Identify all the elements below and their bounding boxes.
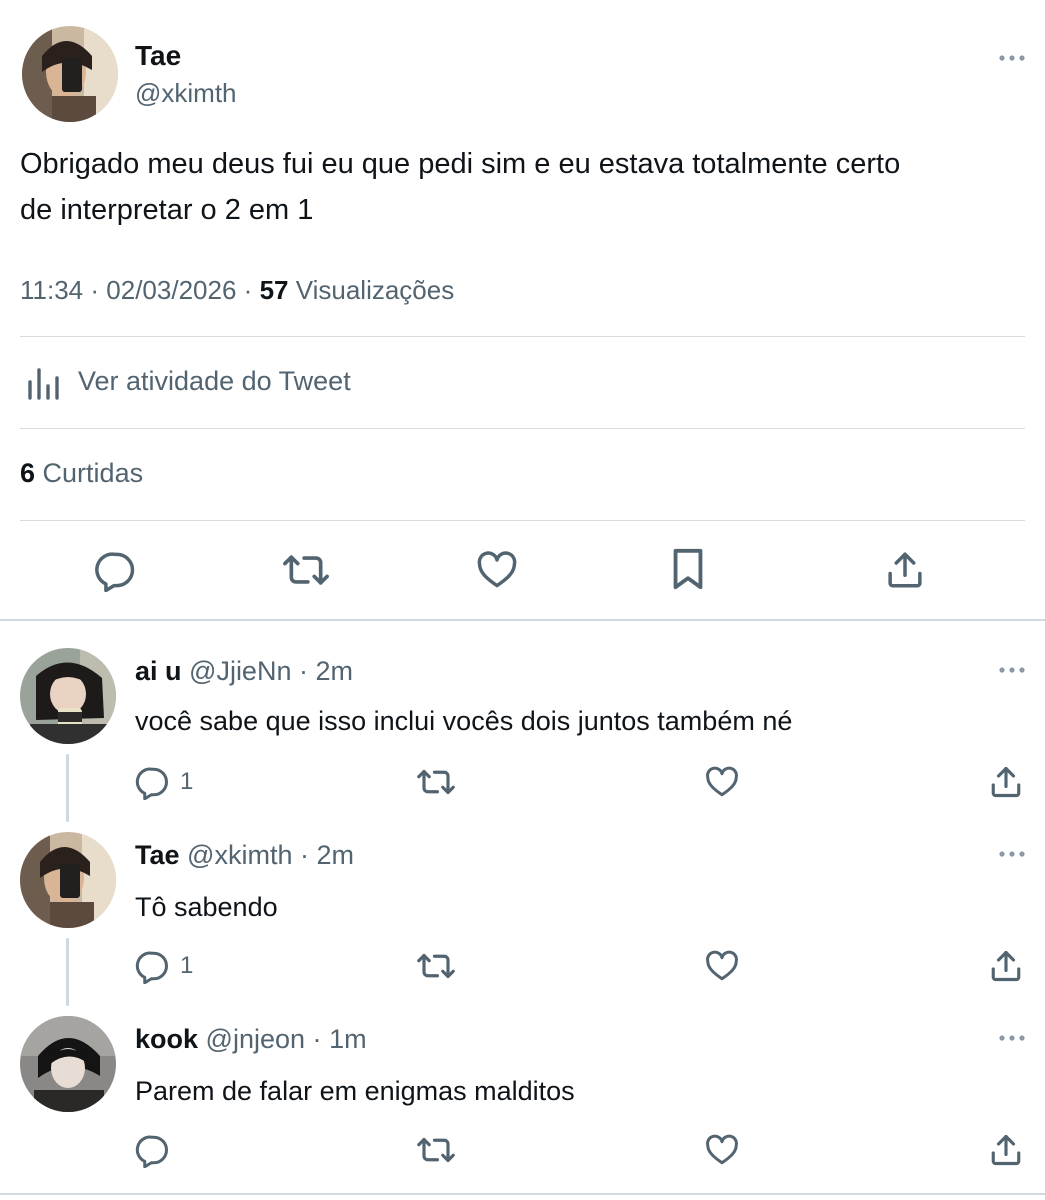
reply-icon[interactable] (135, 764, 171, 800)
like-icon[interactable] (703, 948, 741, 984)
retweet-icon[interactable] (416, 948, 456, 984)
reply-author-handle[interactable]: @jnjeon (206, 1024, 305, 1054)
share-icon[interactable] (988, 948, 1024, 984)
more-options-icon[interactable] (998, 1034, 1026, 1042)
reply-dot: · (312, 1024, 322, 1054)
reply-count: 1 (180, 768, 194, 795)
avatar-image (22, 26, 118, 122)
tweet-time[interactable]: 11:34 (20, 275, 83, 305)
meta-separator: · (243, 275, 253, 305)
reply-header: Tae @xkimth · 2m (135, 840, 354, 871)
reply-time[interactable]: 1m (329, 1024, 367, 1054)
share-icon[interactable] (988, 764, 1024, 800)
reply-text: Parem de falar em enigmas malditos (135, 1076, 575, 1106)
thread-line (66, 938, 69, 1006)
reply-dot: · (298, 656, 308, 686)
reply-author-name[interactable]: Tae (135, 840, 180, 870)
tweet-date[interactable]: 02/03/2026 (106, 275, 236, 305)
meta-separator: · (90, 275, 100, 305)
tweet-meta: 11:34 · 02/03/2026 · 57 Visualizações (20, 275, 454, 306)
like-icon[interactable] (703, 764, 741, 800)
retweet-icon[interactable] (416, 764, 456, 800)
activity-label: Ver atividade do Tweet (78, 366, 351, 396)
reply-icon[interactable] (94, 548, 138, 592)
section-divider (0, 619, 1045, 621)
tweet-text-line-2: de interpretar o 2 em 1 (20, 194, 314, 226)
more-options-icon[interactable] (998, 666, 1026, 674)
reply-author-handle[interactable]: @JjieNn (189, 656, 291, 686)
divider (20, 428, 1025, 429)
bottom-divider (0, 1193, 1045, 1195)
like-icon[interactable] (703, 1132, 741, 1168)
views-count: 57 (259, 275, 289, 305)
reply-icon[interactable] (135, 948, 171, 984)
reply-author-name[interactable]: kook (135, 1024, 198, 1054)
reply-author-handle[interactable]: @xkimth (187, 840, 292, 870)
likes-label: Curtidas (42, 458, 144, 488)
more-options-icon[interactable] (998, 850, 1026, 858)
more-options-icon[interactable] (998, 54, 1026, 62)
reply-time[interactable]: 2m (316, 656, 354, 686)
tweet-activity-link[interactable]: Ver atividade do Tweet (20, 362, 520, 406)
thread-line (66, 754, 69, 822)
bookmark-icon[interactable] (668, 546, 708, 592)
reply-avatar[interactable] (20, 648, 116, 744)
reply-dot: · (299, 840, 309, 870)
avatar-image (20, 1016, 116, 1112)
avatar-image (20, 832, 116, 928)
tweet-text-line-1: Obrigado meu deus fui eu que pedi sim e … (20, 148, 901, 180)
share-icon[interactable] (884, 548, 926, 592)
analytics-icon (26, 366, 62, 402)
divider (20, 336, 1025, 337)
author-avatar[interactable] (22, 26, 118, 122)
reply-time[interactable]: 2m (317, 840, 355, 870)
likes-stat[interactable]: 6 Curtidas (20, 458, 143, 489)
reply-count: 1 (180, 952, 194, 979)
reply-avatar[interactable] (20, 832, 116, 928)
divider (20, 520, 1025, 521)
retweet-icon[interactable] (282, 548, 330, 592)
avatar-image (20, 648, 116, 744)
author-handle[interactable]: @xkimth (135, 78, 237, 109)
reply-header: ai u @JjieNn · 2m (135, 656, 353, 687)
reply-text: você sabe que isso inclui vocês dois jun… (135, 706, 793, 736)
reply-author-name[interactable]: ai u (135, 656, 182, 686)
reply-header: kook @jnjeon · 1m (135, 1024, 367, 1055)
reply-icon[interactable] (135, 1132, 171, 1168)
like-icon[interactable] (474, 548, 520, 592)
views-label: Visualizações (295, 275, 455, 305)
likes-count: 6 (20, 458, 36, 488)
reply-text: Tô sabendo (135, 892, 278, 922)
reply-avatar[interactable] (20, 1016, 116, 1112)
retweet-icon[interactable] (416, 1132, 456, 1168)
share-icon[interactable] (988, 1132, 1024, 1168)
author-name[interactable]: Tae (135, 40, 181, 72)
